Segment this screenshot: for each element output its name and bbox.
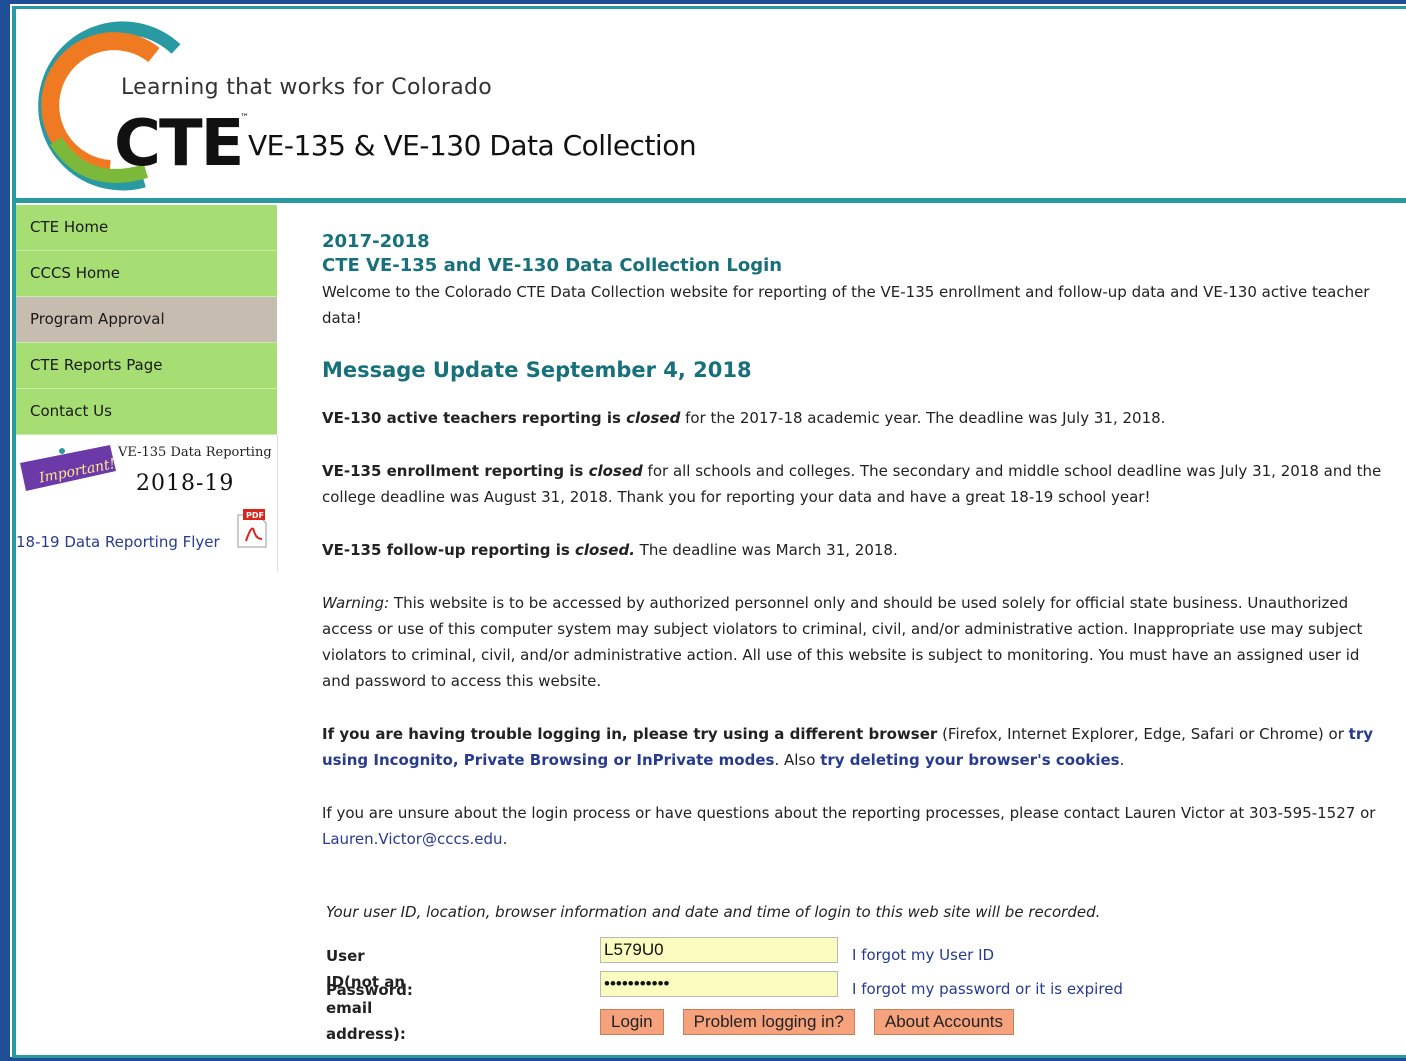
important-sticker-icon[interactable]: Important! bbox=[18, 441, 118, 491]
ve135-follow-status: VE-135 follow-up reporting is closed. Th… bbox=[322, 537, 1382, 563]
cte-brand: CTE bbox=[114, 107, 244, 181]
contact-end: . bbox=[502, 830, 508, 848]
ve135-enroll-closed: closed bbox=[588, 462, 643, 480]
flyer-link[interactable]: 18-19 Data Reporting Flyer bbox=[16, 533, 220, 551]
ve135-follow-closed: closed. bbox=[575, 541, 635, 559]
contact-email-link[interactable]: Lauren.Victor@cccs.edu bbox=[322, 830, 503, 848]
userid-input[interactable] bbox=[600, 937, 838, 963]
sidebar-item-cte-reports[interactable]: CTE Reports Page bbox=[16, 343, 277, 389]
ve130-rest: for the 2017-18 academic year. The deadl… bbox=[680, 409, 1166, 427]
problem-logging-in-button[interactable]: Problem logging in? bbox=[682, 1009, 855, 1035]
ve135-enroll-status: VE-135 enrollment reporting is closed fo… bbox=[322, 458, 1382, 510]
page-container: Learning that works for Colorado CTE ™ V… bbox=[12, 6, 1406, 1058]
trouble-mid: . Also bbox=[774, 751, 821, 769]
year-heading: 2017-2018 bbox=[322, 231, 430, 252]
forgot-userid-link[interactable]: I forgot my User ID bbox=[852, 942, 994, 968]
login-heading: CTE VE-135 and VE-130 Data Collection Lo… bbox=[322, 255, 783, 276]
site-header: Learning that works for Colorado CTE ™ V… bbox=[16, 9, 1406, 197]
warning-label: Warning: bbox=[322, 594, 390, 612]
ve135-follow-rest: The deadline was March 31, 2018. bbox=[634, 541, 898, 559]
trouble-browsers: (Firefox, Internet Explorer, Edge, Safar… bbox=[937, 725, 1349, 743]
sidebar-item-cccs-home[interactable]: CCCS Home bbox=[16, 251, 277, 297]
data-reporting-promo: Important! VE-135 Data Reporting 2018-19… bbox=[16, 435, 278, 572]
login-buttons: Login Problem logging in? About Accounts bbox=[600, 1009, 1033, 1035]
tagline: Learning that works for Colorado bbox=[121, 75, 493, 100]
trouble-text: If you are having trouble logging in, pl… bbox=[322, 721, 1382, 773]
ve130-closed: closed bbox=[626, 409, 681, 427]
main-content: 2017-2018 CTE VE-135 and VE-130 Data Col… bbox=[322, 231, 1382, 1043]
warning-text: Warning: This website is to be accessed … bbox=[322, 590, 1382, 694]
pdf-icon[interactable]: PDF bbox=[234, 509, 268, 549]
forgot-password-link[interactable]: I forgot my password or it is expired bbox=[852, 976, 1123, 1002]
warning-body: This website is to be accessed by author… bbox=[322, 594, 1363, 690]
promo-year: 2018-19 bbox=[136, 471, 235, 496]
trouble-bold: If you are having trouble logging in, pl… bbox=[322, 725, 938, 743]
contact-body: If you are unsure about the login proces… bbox=[322, 804, 1376, 822]
ve135-enroll-lead: VE-135 enrollment reporting is bbox=[322, 462, 589, 480]
password-input[interactable] bbox=[600, 971, 838, 997]
sidebar-item-cte-home[interactable]: CTE Home bbox=[16, 205, 277, 251]
about-accounts-button[interactable]: About Accounts bbox=[873, 1009, 1015, 1035]
ve135-follow-lead: VE-135 follow-up reporting is bbox=[322, 541, 576, 559]
cookies-link[interactable]: try deleting your browser's cookies bbox=[820, 751, 1119, 769]
login-notice: Your user ID, location, browser informat… bbox=[326, 903, 1101, 921]
password-label: Password: bbox=[326, 981, 413, 999]
welcome-text: Welcome to the Colorado CTE Data Collect… bbox=[322, 283, 1370, 327]
pdf-icon-label: PDF bbox=[246, 511, 264, 520]
contact-text: If you are unsure about the login proces… bbox=[322, 800, 1382, 852]
sidebar-item-contact-us[interactable]: Contact Us bbox=[16, 389, 277, 435]
app-title: VE-135 & VE-130 Data Collection bbox=[248, 129, 697, 162]
sidebar: CTE Home CCCS Home Program Approval CTE … bbox=[16, 205, 278, 572]
sidebar-item-program-approval[interactable]: Program Approval bbox=[16, 297, 277, 343]
header-divider bbox=[16, 198, 1406, 203]
trouble-end: . bbox=[1119, 751, 1125, 769]
promo-title: VE-135 Data Reporting bbox=[118, 445, 272, 460]
update-heading: Message Update September 4, 2018 bbox=[322, 358, 752, 382]
trademark-mark: ™ bbox=[240, 113, 249, 123]
ve130-lead: VE-130 active teachers reporting is bbox=[322, 409, 627, 427]
login-button[interactable]: Login bbox=[600, 1009, 664, 1035]
ve130-status: VE-130 active teachers reporting is clos… bbox=[322, 405, 1382, 431]
